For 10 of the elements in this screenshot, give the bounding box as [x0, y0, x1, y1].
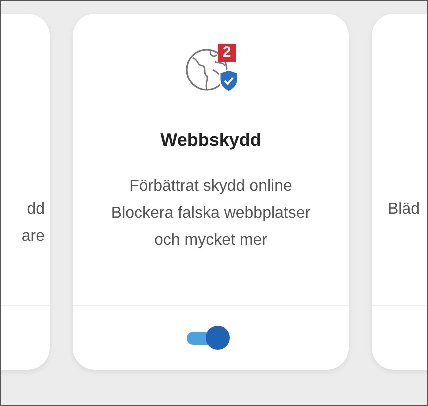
- description-line: are: [22, 227, 45, 247]
- notification-badge: 2: [218, 44, 236, 62]
- description-line: och mycket mer: [154, 231, 268, 251]
- description-line: Bläd: [388, 200, 420, 220]
- globe-shield-icon: [185, 46, 239, 94]
- toggle-switch[interactable]: [186, 326, 230, 350]
- description-line: Förbättrat skydd online: [130, 177, 292, 197]
- description-line: Blockera falska webbplatser: [111, 204, 311, 224]
- description-line: dd: [27, 200, 45, 220]
- card-title: Webbskydd: [160, 130, 262, 151]
